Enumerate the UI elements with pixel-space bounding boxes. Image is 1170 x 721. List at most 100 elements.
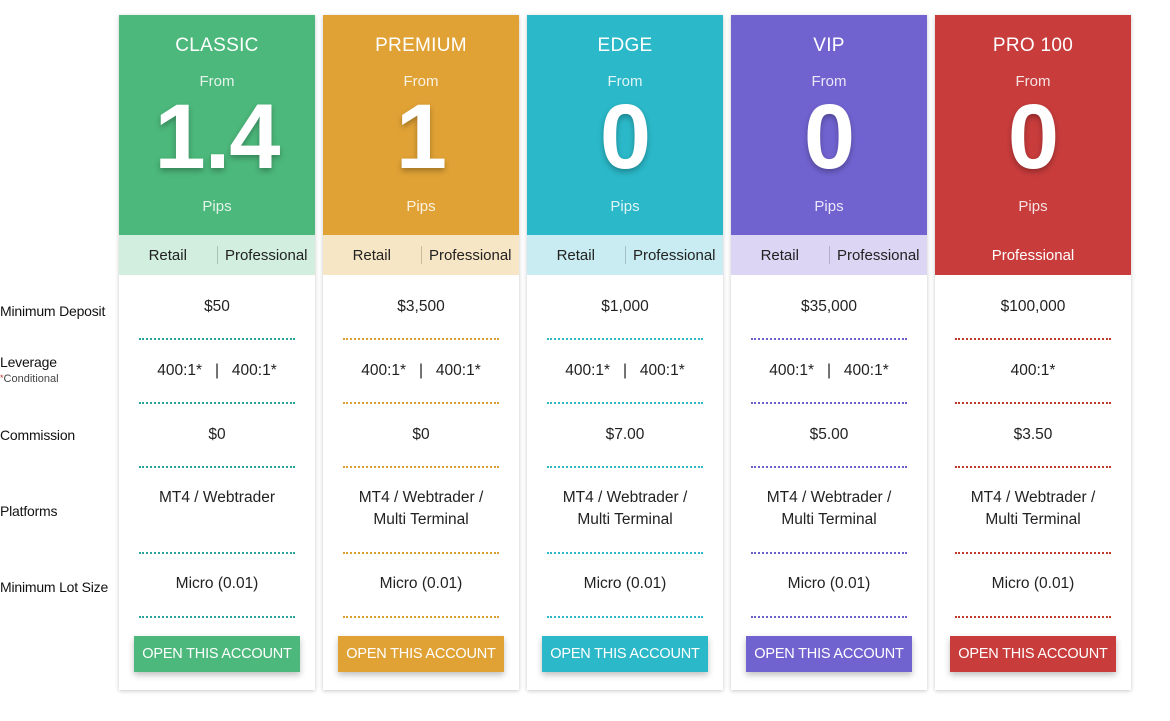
type-retail: Retail bbox=[760, 246, 799, 264]
commission-value: $0 bbox=[208, 426, 226, 443]
row-divider bbox=[343, 338, 499, 340]
type-professional: Professional bbox=[836, 246, 920, 264]
plan-card-classic: CLASSIC From 1.4 Pips Retail Professiona… bbox=[119, 15, 315, 690]
spread-value: 0 bbox=[1007, 86, 1059, 188]
plan-header: PRO 100 From 0 Pips bbox=[935, 15, 1131, 235]
row-divider bbox=[139, 402, 295, 404]
row-divider bbox=[343, 616, 499, 618]
open-account-button[interactable]: OPEN THIS ACCOUNT bbox=[338, 636, 504, 672]
platforms-value: MT4 / Webtrader / Multi Terminal bbox=[358, 489, 484, 528]
platforms-value: MT4 / Webtrader / Multi Terminal bbox=[766, 489, 892, 528]
row-divider bbox=[547, 338, 703, 340]
pips-label: Pips bbox=[202, 198, 232, 215]
type-retail: Retail bbox=[556, 246, 595, 264]
minimum-lot-size-value: Micro (0.01) bbox=[379, 575, 463, 592]
row-divider bbox=[139, 338, 295, 340]
minimum-lot-size-value: Micro (0.01) bbox=[175, 575, 259, 592]
row-divider bbox=[751, 338, 907, 340]
platforms-value: MT4 / Webtrader bbox=[158, 489, 275, 506]
row-divider bbox=[751, 616, 907, 618]
type-retail: Retail bbox=[148, 246, 187, 264]
label-leverage-note: *Conditional bbox=[0, 373, 59, 385]
minimum-lot-size-value: Micro (0.01) bbox=[787, 575, 871, 592]
plan-card-premium: PREMIUM From 1 Pips Retail Professional … bbox=[323, 15, 519, 690]
leverage-value: 400:1* | 400:1* bbox=[361, 362, 481, 379]
row-divider bbox=[343, 466, 499, 468]
row-labels: Minimum Deposit Leverage *Conditional Co… bbox=[0, 0, 118, 721]
account-types: Professional bbox=[935, 235, 1131, 275]
platforms-value: MT4 / Webtrader / Multi Terminal bbox=[970, 489, 1096, 528]
row-divider bbox=[751, 402, 907, 404]
plan-name: PRO 100 bbox=[992, 35, 1074, 56]
type-professional: Professional bbox=[991, 246, 1075, 264]
commission-value: $7.00 bbox=[605, 426, 645, 443]
minimum-deposit-value: $1,000 bbox=[601, 298, 649, 315]
row-divider bbox=[751, 466, 907, 468]
plan-name: VIP bbox=[813, 35, 845, 56]
type-professional: Professional bbox=[224, 246, 308, 264]
leverage-value: 400:1* | 400:1* bbox=[565, 362, 685, 379]
plan-header: EDGE From 0 Pips bbox=[527, 15, 723, 235]
platforms-value: MT4 / Webtrader / Multi Terminal bbox=[562, 489, 688, 528]
plan-header: VIP From 0 Pips bbox=[731, 15, 927, 235]
commission-value: $5.00 bbox=[809, 426, 849, 443]
spread-value: 0 bbox=[599, 86, 651, 188]
row-divider bbox=[139, 466, 295, 468]
leverage-value: 400:1* | 400:1* bbox=[769, 362, 889, 379]
row-divider bbox=[139, 616, 295, 618]
type-retail: Retail bbox=[352, 246, 391, 264]
label-leverage-group: Leverage *Conditional bbox=[0, 354, 59, 385]
label-minimum-lot-size: Minimum Lot Size bbox=[0, 579, 109, 595]
account-types: Retail Professional bbox=[119, 235, 315, 275]
account-types: Retail Professional bbox=[731, 235, 927, 275]
plan-name: EDGE bbox=[597, 35, 653, 56]
row-divider bbox=[955, 466, 1111, 468]
plan-name: CLASSIC bbox=[175, 35, 259, 56]
row-divider bbox=[139, 552, 295, 554]
row-divider bbox=[547, 466, 703, 468]
type-professional: Professional bbox=[428, 246, 512, 264]
minimum-lot-size-value: Micro (0.01) bbox=[583, 575, 667, 592]
plan-header: PREMIUM From 1 Pips bbox=[323, 15, 519, 235]
pips-label: Pips bbox=[1018, 198, 1048, 215]
minimum-deposit-value: $50 bbox=[204, 298, 230, 315]
row-divider bbox=[547, 402, 703, 404]
minimum-deposit-value: $100,000 bbox=[1000, 298, 1066, 315]
row-divider bbox=[343, 402, 499, 404]
pips-label: Pips bbox=[610, 198, 640, 215]
row-divider bbox=[955, 616, 1111, 618]
label-minimum-deposit: Minimum Deposit bbox=[0, 303, 106, 319]
commission-value: $0 bbox=[412, 426, 430, 443]
pips-label: Pips bbox=[814, 198, 844, 215]
minimum-deposit-value: $35,000 bbox=[800, 298, 858, 315]
leverage-value: 400:1* bbox=[1010, 362, 1056, 379]
account-types: Retail Professional bbox=[527, 235, 723, 275]
plan-header: CLASSIC From 1.4 Pips bbox=[119, 15, 315, 235]
spread-value: 0 bbox=[803, 86, 855, 188]
commission-value: $3.50 bbox=[1013, 426, 1053, 443]
minimum-deposit-value: $3,500 bbox=[397, 298, 445, 315]
row-divider bbox=[955, 552, 1111, 554]
minimum-lot-size-value: Micro (0.01) bbox=[991, 575, 1075, 592]
open-account-button[interactable]: OPEN THIS ACCOUNT bbox=[134, 636, 300, 672]
open-account-button[interactable]: OPEN THIS ACCOUNT bbox=[950, 636, 1116, 672]
open-account-button[interactable]: OPEN THIS ACCOUNT bbox=[542, 636, 708, 672]
type-professional: Professional bbox=[632, 246, 716, 264]
open-account-button[interactable]: OPEN THIS ACCOUNT bbox=[746, 636, 912, 672]
plan-card-vip: VIP From 0 Pips Retail Professional $35,… bbox=[731, 15, 927, 690]
account-types: Retail Professional bbox=[323, 235, 519, 275]
leverage-value: 400:1* | 400:1* bbox=[157, 362, 277, 379]
pips-label: Pips bbox=[406, 198, 436, 215]
label-commission: Commission bbox=[0, 427, 76, 443]
plan-name: PREMIUM bbox=[375, 35, 467, 56]
row-divider bbox=[343, 552, 499, 554]
row-divider bbox=[955, 402, 1111, 404]
label-platforms: Platforms bbox=[0, 503, 58, 519]
plan-card-edge: EDGE From 0 Pips Retail Professional $1,… bbox=[527, 15, 723, 690]
row-divider bbox=[955, 338, 1111, 340]
row-divider bbox=[547, 616, 703, 618]
label-leverage: Leverage bbox=[0, 354, 57, 370]
row-divider bbox=[547, 552, 703, 554]
row-divider bbox=[751, 552, 907, 554]
spread-value: 1.4 bbox=[154, 86, 281, 188]
